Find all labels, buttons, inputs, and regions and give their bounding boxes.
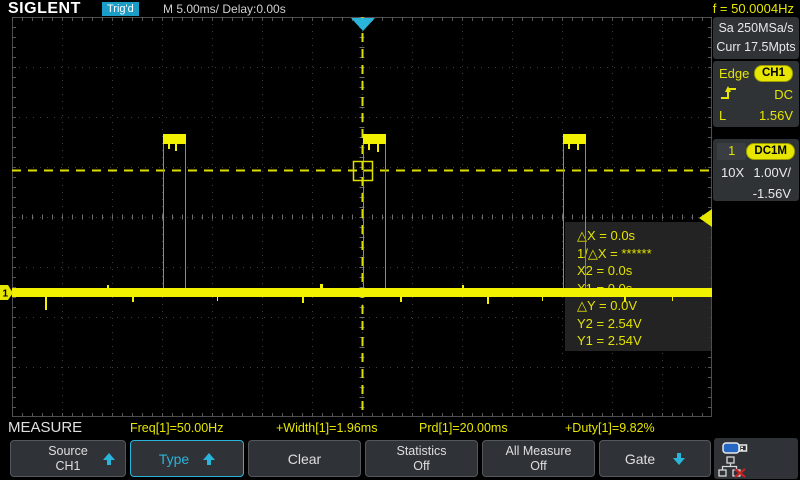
trigger-level-label: L — [719, 108, 726, 123]
cursor-inv-dx: 1/△X = ****** — [577, 245, 711, 263]
rising-edge-icon — [719, 84, 737, 105]
cursor-readout-panel: △X = 0.0s 1/△X = ****** X2 = 0.0s X1 = 0… — [565, 222, 711, 351]
svg-text:1: 1 — [3, 289, 9, 300]
type-label: Type — [159, 451, 189, 467]
menu-button-type[interactable]: Type — [130, 440, 244, 477]
sample-rate: Sa 250MSa/s — [713, 19, 799, 38]
lan-disconnected-icon — [718, 456, 750, 478]
source-value: CH1 — [48, 459, 88, 474]
source-label: Source — [48, 444, 88, 459]
measure-freq: Freq[1]=50.00Hz — [130, 421, 223, 435]
trigger-panel[interactable]: Edge CH1 DC L 1.56V — [713, 61, 799, 127]
clear-label: Clear — [288, 451, 321, 467]
measure-period: Prd[1]=20.00ms — [419, 421, 508, 435]
volts-per-div: 1.00V/ — [753, 165, 791, 180]
top-status-bar: SIGLENT Trig'd M 5.00ms/ Delay:0.00s f =… — [0, 0, 800, 18]
statistics-value: Off — [396, 459, 446, 474]
trigger-status-badge: Trig'd — [102, 2, 139, 16]
measure-bar: MEASURE Freq[1]=50.00Hz +Width[1]=1.96ms… — [0, 418, 800, 438]
menu-button-source[interactable]: Source CH1 — [10, 440, 126, 477]
oscilloscope-screen: SIGLENT Trig'd M 5.00ms/ Delay:0.00s f =… — [0, 0, 800, 480]
statistics-label: Statistics — [396, 444, 446, 459]
measure-title: MEASURE — [8, 419, 82, 436]
expand-up-icon — [203, 453, 215, 465]
menu-button-gate[interactable]: Gate — [599, 440, 711, 477]
expand-up-icon — [103, 453, 115, 465]
ch1-ground-marker[interactable]: 1 — [0, 285, 13, 301]
expand-down-icon — [673, 453, 685, 465]
cursor-y2: Y2 = 2.54V — [577, 315, 711, 333]
cursor-dy: △Y = 0.0V — [577, 297, 711, 315]
trigger-type: Edge — [719, 66, 749, 81]
menu-button-statistics[interactable]: Statistics Off — [365, 440, 478, 477]
waveform-display: △X = 0.0s 1/△X = ****** X2 = 0.0s X1 = 0… — [12, 17, 712, 417]
measure-pos-width: +Width[1]=1.96ms — [276, 421, 377, 435]
menu-button-clear[interactable]: Clear — [248, 440, 361, 477]
soft-menu-bar: Source CH1 Type Clear Statistics Off All… — [0, 438, 800, 480]
memory-depth: Curr 17.5Mpts — [713, 38, 799, 57]
trigger-source-badge: CH1 — [754, 65, 793, 82]
status-icon-panel — [714, 438, 798, 479]
cursor-x2: X2 = 0.0s — [577, 262, 711, 280]
graticule — [12, 17, 712, 417]
all-measure-value: Off — [506, 459, 572, 474]
cursor-y1: Y1 = 2.54V — [577, 332, 711, 350]
trigger-coupling: DC — [774, 87, 793, 102]
channel1-panel[interactable]: 1 DC1M 10X 1.00V/ -1.56V — [713, 139, 799, 201]
probe-attenuation: 10X — [721, 165, 744, 180]
all-measure-label: All Measure — [506, 444, 572, 459]
frequency-counter: f = 50.0004Hz — [713, 1, 794, 16]
channel-coupling-badge: DC1M — [746, 143, 795, 160]
acquisition-panel: Sa 250MSa/s Curr 17.5Mpts — [713, 17, 799, 59]
channel-number: 1 — [717, 143, 746, 160]
cursor-x1: X1 = 0.0s — [577, 280, 711, 298]
usb-icon — [722, 441, 750, 455]
cursor-dx: △X = 0.0s — [577, 227, 711, 245]
right-sidebar: Sa 250MSa/s Curr 17.5Mpts Edge CH1 DC L … — [713, 17, 799, 417]
measure-pos-duty: +Duty[1]=9.82% — [565, 421, 655, 435]
timebase-readout: M 5.00ms/ Delay:0.00s — [163, 2, 286, 16]
menu-button-all-measure[interactable]: All Measure Off — [482, 440, 595, 477]
brand-logo: SIGLENT — [8, 0, 81, 18]
channel-offset: -1.56V — [753, 186, 791, 201]
gate-label: Gate — [625, 451, 655, 467]
trigger-level-value: 1.56V — [759, 108, 793, 123]
